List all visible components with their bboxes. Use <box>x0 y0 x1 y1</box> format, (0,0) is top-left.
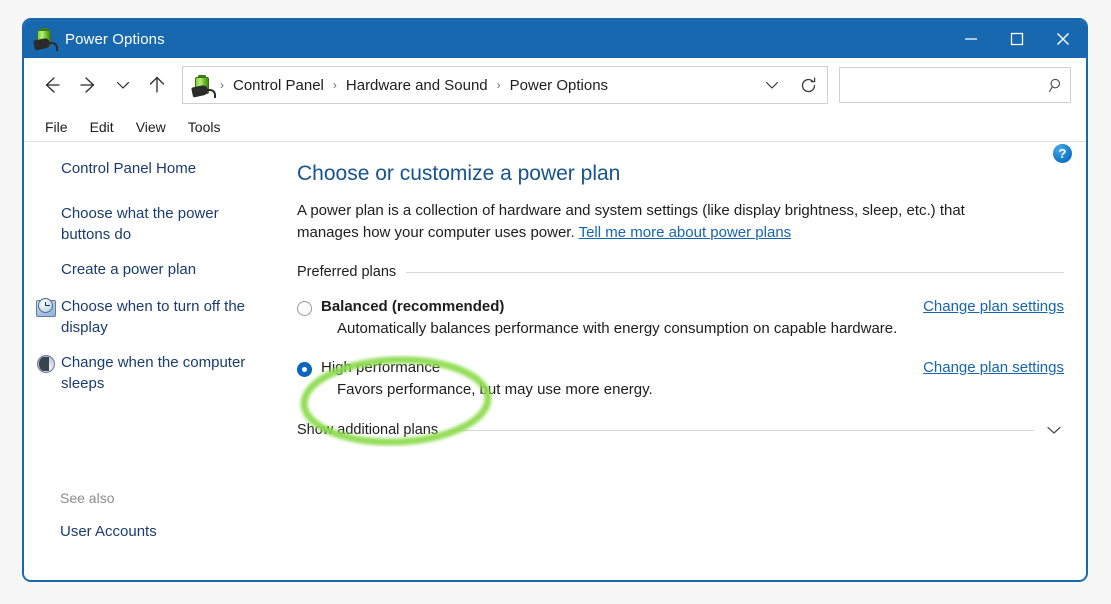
address-dropdown-chevron-down-icon[interactable] <box>755 67 789 103</box>
sidebar-item-create-a-power-plan[interactable]: Create a power plan <box>24 259 297 282</box>
minimize-button[interactable] <box>948 20 994 58</box>
title-bar: Power Options <box>24 20 1086 58</box>
sidebar-item-choose-when-to-turn-off-the-display[interactable]: Choose when to turn off the display <box>24 296 297 338</box>
sidebar-item-label: Choose when to turn off the display <box>61 298 246 336</box>
window-title: Power Options <box>65 30 165 48</box>
page-title: Choose or customize a power plan <box>297 162 621 185</box>
main-content: ? Choose or customize a power plan A pow… <box>297 142 1086 580</box>
address-bar[interactable]: › Control Panel › Hardware and Sound › P… <box>182 66 828 104</box>
tell-me-more-link[interactable]: Tell me more about power plans <box>579 224 792 241</box>
see-also-section: See also User Accounts <box>24 490 297 540</box>
search-input[interactable] <box>840 77 1042 93</box>
sidebar-item-user-accounts[interactable]: User Accounts <box>24 523 297 540</box>
breadcrumb-battery-plug-icon <box>191 74 216 98</box>
radio-high-performance[interactable] <box>297 362 312 377</box>
menu-item-edit[interactable]: Edit <box>79 117 125 137</box>
window-body: Control Panel Home Choose what the power… <box>24 142 1086 580</box>
radio-balanced[interactable] <box>297 301 312 316</box>
close-button[interactable] <box>1040 20 1086 58</box>
menu-item-view[interactable]: View <box>125 117 177 137</box>
help-button[interactable]: ? <box>1053 144 1072 163</box>
clock-icon <box>36 298 57 319</box>
plan-balanced: Balanced (recommended) Change plan setti… <box>297 298 1064 337</box>
sidebar-item-label: Choose what the power buttons do <box>61 205 219 243</box>
plan-description: Automatically balances performance with … <box>337 320 898 337</box>
plan-row[interactable]: High performance Change plan settings <box>297 359 1064 377</box>
breadcrumb-separator: › <box>220 78 224 92</box>
see-also-label: See also <box>60 490 115 506</box>
window-controls <box>948 20 1086 58</box>
show-additional-plans-label: Show additional plans <box>297 422 439 438</box>
search-box[interactable] <box>839 67 1071 103</box>
sidebar-item-change-when-the-computer-sleeps[interactable]: Change when the computer sleeps <box>24 352 297 394</box>
plan-name[interactable]: High performance <box>321 359 923 376</box>
chevron-down-icon[interactable] <box>1044 420 1064 440</box>
sidebar-item-label: Create a power plan <box>61 261 197 278</box>
divider <box>406 271 1064 273</box>
sidebar-item-label: Change when the computer sleeps <box>61 354 246 392</box>
preferred-plans-header: Preferred plans <box>297 264 1064 280</box>
breadcrumb-separator: › <box>496 78 501 92</box>
plan-name[interactable]: Balanced (recommended) <box>321 298 923 315</box>
menu-item-tools[interactable]: Tools <box>177 117 232 137</box>
breadcrumb-item-power-options[interactable]: Power Options <box>508 77 610 94</box>
divider <box>448 429 1034 431</box>
battery-plug-icon <box>33 28 58 51</box>
back-arrow-icon[interactable] <box>32 66 70 104</box>
show-additional-plans[interactable]: Show additional plans <box>297 420 1064 440</box>
change-plan-settings-link-balanced[interactable]: Change plan settings <box>923 298 1064 315</box>
plan-description: Favors performance, but may use more ene… <box>337 381 653 398</box>
sidebar: Control Panel Home Choose what the power… <box>24 142 297 580</box>
power-options-window: Power Options › Control Panel › Hardware… <box>22 18 1088 582</box>
sidebar-item-choose-what-the-power-buttons-do[interactable]: Choose what the power buttons do <box>24 203 297 245</box>
maximize-button[interactable] <box>994 20 1040 58</box>
menu-bar: File Edit View Tools <box>24 112 1086 142</box>
up-arrow-icon[interactable] <box>138 66 176 104</box>
refresh-icon[interactable] <box>789 67 827 103</box>
plan-high-performance: High performance Change plan settings Fa… <box>297 359 1064 398</box>
breadcrumb-item-control-panel[interactable]: Control Panel <box>231 77 326 94</box>
sidebar-item-control-panel-home[interactable]: Control Panel Home <box>24 158 297 181</box>
forward-arrow-icon[interactable] <box>70 66 108 104</box>
recent-locations-chevron-down-icon[interactable] <box>108 66 138 104</box>
breadcrumb: › Control Panel › Hardware and Sound › P… <box>213 77 755 94</box>
moon-icon <box>36 354 57 375</box>
page-description: A power plan is a collection of hardware… <box>297 200 1002 244</box>
search-icon[interactable] <box>1042 77 1070 94</box>
change-plan-settings-link-high-performance[interactable]: Change plan settings <box>923 359 1064 376</box>
preferred-plans-label: Preferred plans <box>297 264 397 280</box>
breadcrumb-item-hardware-and-sound[interactable]: Hardware and Sound <box>344 77 490 94</box>
breadcrumb-separator: › <box>332 78 337 92</box>
plan-row[interactable]: Balanced (recommended) Change plan setti… <box>297 298 1064 316</box>
navigation-bar: › Control Panel › Hardware and Sound › P… <box>24 58 1086 112</box>
sidebar-item-label: Control Panel Home <box>61 160 197 177</box>
menu-item-file[interactable]: File <box>34 117 79 137</box>
